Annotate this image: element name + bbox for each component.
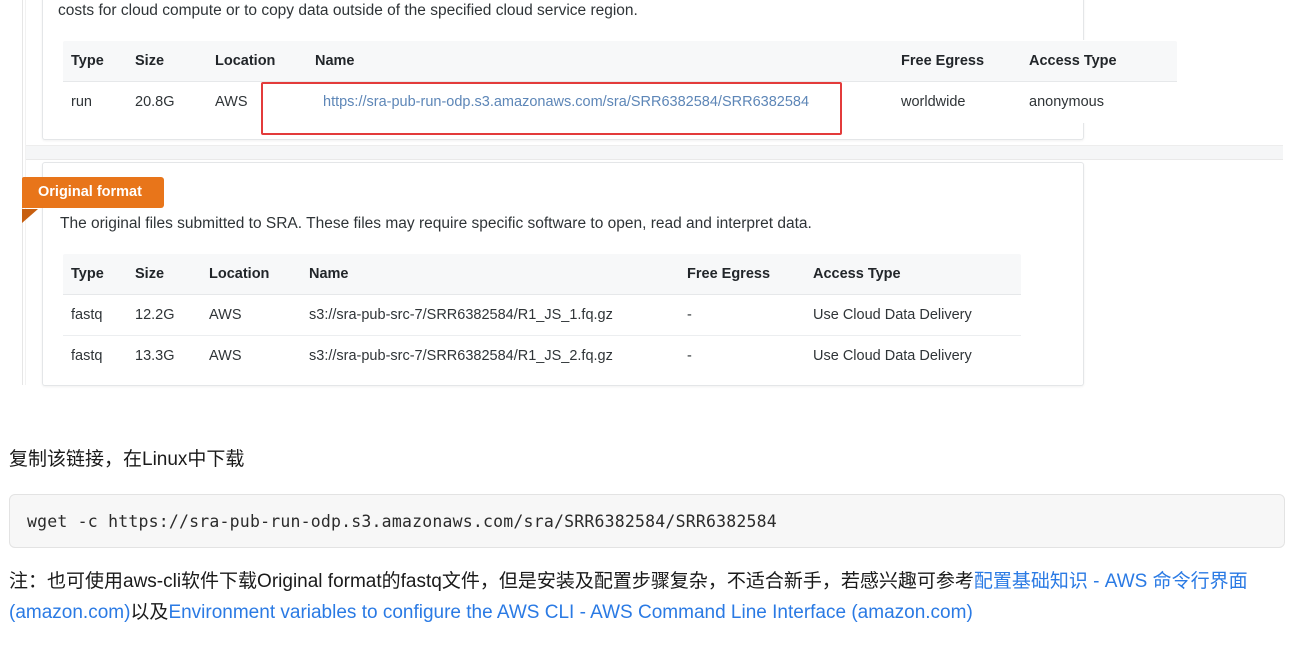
footnote-paragraph: 注：也可使用aws-cli软件下载Original format的fastq文件… <box>9 566 1304 628</box>
intro-paragraph: costs for cloud compute or to copy data … <box>58 2 638 19</box>
column-header-name: Name <box>289 254 679 295</box>
cell-location: AWS <box>201 294 289 336</box>
wget-command-text: wget -c https://sra-pub-run-odp.s3.amazo… <box>27 511 777 531</box>
table-header-row: Type Size Location Name Free Egress Acce… <box>63 41 1177 82</box>
original-format-description: The original files submitted to SRA. The… <box>60 215 812 232</box>
column-header-free-egress: Free Egress <box>679 254 805 295</box>
cell-size: 13.3G <box>135 348 175 364</box>
run-download-link[interactable]: https://sra-pub-run-odp.s3.amazonaws.com… <box>323 94 809 110</box>
column-header-location: Location <box>207 41 295 82</box>
run-files-table: Type Size Location Name Free Egress Acce… <box>62 40 1178 123</box>
cell-name: s3://sra-pub-src-7/SRR6382584/R1_JS_2.fq… <box>309 348 613 364</box>
cell-type: fastq <box>71 348 103 364</box>
ribbon-fold-corner <box>22 209 38 223</box>
table-row: fastq 13.3G AWS s3://sra-pub-src-7/SRR63… <box>63 336 1021 377</box>
column-header-access-type: Access Type <box>805 254 1021 295</box>
original-format-table: Type Size Location Name Free Egress Acce… <box>62 253 1022 377</box>
horizontal-scrollbar-track[interactable] <box>26 145 1283 160</box>
cell-access-type: Use Cloud Data Delivery <box>805 294 1021 336</box>
aws-cli-env-variables-link[interactable]: Environment variables to configure the A… <box>168 602 972 623</box>
cell-name: https://sra-pub-run-odp.s3.amazonaws.com… <box>295 82 889 123</box>
column-header-free-egress: Free Egress <box>889 41 1021 82</box>
cell-name: s3://sra-pub-src-7/SRR6382584/R1_JS_1.fq… <box>289 294 679 336</box>
cell-type: fastq <box>63 294 127 336</box>
footnote-text-part1: 注：也可使用aws-cli软件下载Original format的fastq文件… <box>9 571 974 592</box>
table-row: run 20.8G AWS https://sra-pub-run-odp.s3… <box>63 82 1177 123</box>
original-format-ribbon: Original format <box>22 177 164 209</box>
column-header-location: Location <box>201 254 289 295</box>
cell-location: AWS <box>215 94 248 110</box>
cell-type: run <box>71 94 92 110</box>
copy-link-caption: 复制该链接，在Linux中下载 <box>9 449 245 470</box>
cell-access-type: Use Cloud Data Delivery <box>813 348 972 364</box>
cell-free-egress: worldwide <box>901 94 966 110</box>
cell-location: AWS <box>209 348 242 364</box>
footnote-text-middle: 以及 <box>130 602 169 623</box>
wget-code-block[interactable]: wget -c https://sra-pub-run-odp.s3.amazo… <box>9 494 1285 548</box>
column-header-size: Size <box>127 254 201 295</box>
table-row: fastq 12.2G AWS s3://sra-pub-src-7/SRR63… <box>63 294 1021 336</box>
cell-free-egress: - <box>679 294 805 336</box>
column-header-name: Name <box>295 41 889 82</box>
cell-size: 12.2G <box>127 294 201 336</box>
cell-size: 20.8G <box>135 94 175 110</box>
column-header-access-type: Access Type <box>1021 41 1177 82</box>
column-header-type: Type <box>63 41 127 82</box>
cell-access-type: anonymous <box>1029 94 1104 110</box>
table-header-row: Type Size Location Name Free Egress Acce… <box>63 254 1021 295</box>
original-format-ribbon-label: Original format <box>22 177 164 208</box>
column-header-type: Type <box>63 254 127 295</box>
cell-free-egress: - <box>687 348 692 364</box>
column-header-size: Size <box>127 41 207 82</box>
